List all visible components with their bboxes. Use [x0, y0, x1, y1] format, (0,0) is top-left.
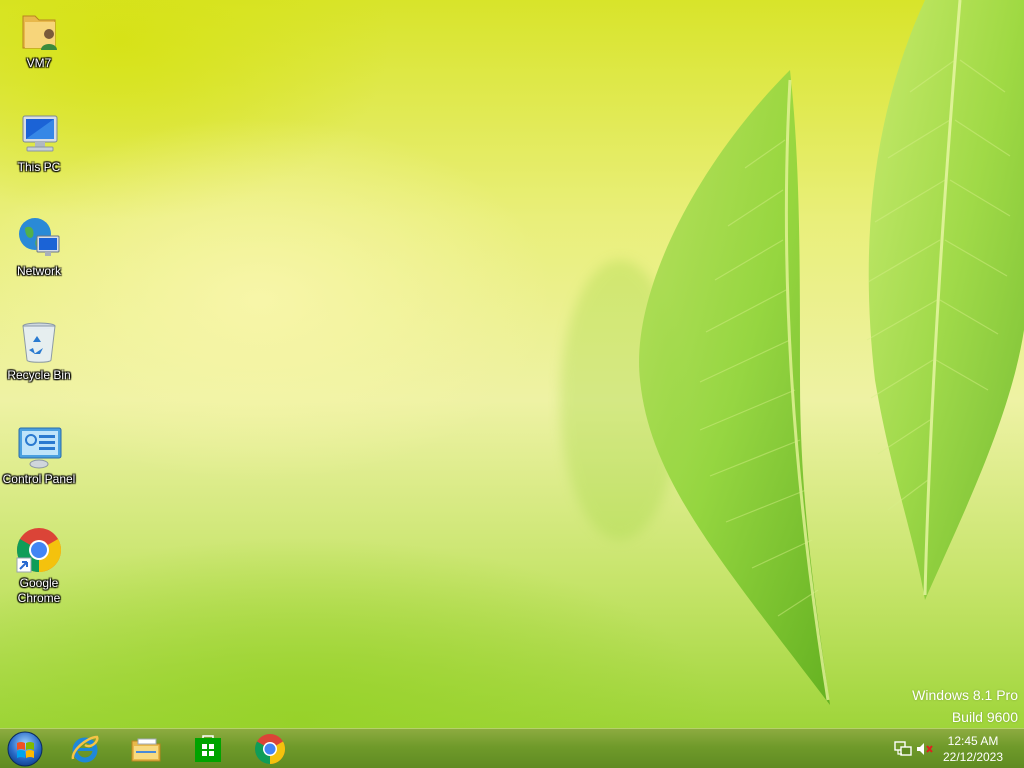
clock-date: 22/12/2023 [942, 750, 1004, 764]
start-button[interactable] [4, 730, 46, 768]
computer-icon [15, 110, 63, 158]
desktop-icon-label: This PC [17, 160, 61, 174]
desktop-icon-vm7[interactable]: VM7 [1, 6, 77, 71]
windows-version-watermark: Windows 8.1 Pro Build 9600 [912, 684, 1018, 728]
network-tray-icon[interactable] [894, 741, 912, 757]
volume-muted-icon[interactable] [916, 741, 934, 757]
internet-explorer-icon [71, 735, 99, 763]
clock-time: 12:45 AM [947, 734, 999, 748]
taskbar-file-explorer[interactable] [117, 730, 175, 768]
file-explorer-icon [131, 738, 161, 762]
desktop-icon-label: Network [16, 264, 61, 278]
user-folder-icon [15, 6, 63, 54]
taskbar-store[interactable] [179, 730, 237, 768]
desktop-icon-label: Recycle Bin [7, 368, 71, 382]
desktop-icon-control-panel[interactable]: Control Panel [1, 422, 77, 487]
watermark-edition: Windows 8.1 Pro [912, 687, 1018, 703]
wallpaper-leaves [560, 0, 1024, 705]
chrome-icon [254, 734, 286, 764]
control-panel-icon [15, 422, 63, 470]
taskbar-internet-explorer[interactable] [56, 730, 114, 768]
taskbar-google-chrome[interactable] [241, 730, 299, 768]
taskbar-clock[interactable]: 12:45 AM 22/12/2023 [938, 733, 1008, 765]
desktop-icon-label: VM7 [26, 56, 52, 70]
recycle-bin-icon [15, 318, 63, 366]
desktop-icon-network[interactable]: Network [1, 214, 77, 279]
desktop[interactable]: VM7 This PC Network Recycle Bin Control … [0, 0, 1024, 728]
desktop-icon-google-chrome[interactable]: Google Chrome [1, 526, 77, 606]
start-orb-icon [7, 731, 43, 767]
taskbar[interactable]: 12:45 AM 22/12/2023 [0, 728, 1024, 768]
desktop-icon-recycle-bin[interactable]: Recycle Bin [1, 318, 77, 383]
desktop-icon-label: Google Chrome [17, 576, 61, 605]
desktop-icon-label: Control Panel [2, 472, 76, 486]
store-icon [195, 735, 221, 762]
chrome-icon [15, 526, 63, 574]
watermark-build: Build 9600 [951, 709, 1018, 725]
desktop-icon-this-pc[interactable]: This PC [1, 110, 77, 175]
network-icon [15, 214, 63, 262]
